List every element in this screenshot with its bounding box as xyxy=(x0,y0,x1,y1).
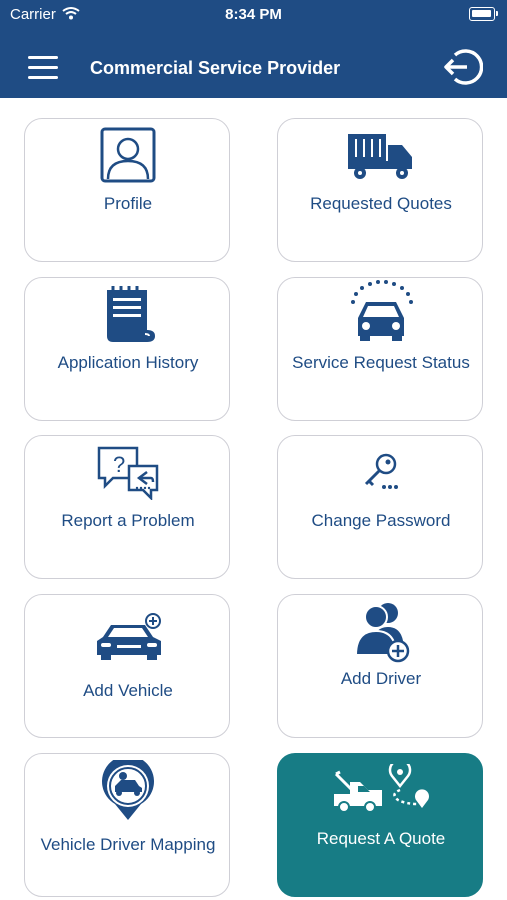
clock: 8:34 PM xyxy=(225,6,282,23)
tile-requested-quotes[interactable]: Requested Quotes xyxy=(277,118,483,262)
tile-label: Add Vehicle xyxy=(83,681,173,700)
tile-profile[interactable]: Profile xyxy=(24,118,230,262)
hamburger-icon xyxy=(28,56,58,59)
tile-label: Request A Quote xyxy=(316,829,446,848)
add-user-icon xyxy=(354,603,410,663)
tile-service-request-status[interactable]: Service Request Status xyxy=(277,277,483,421)
logout-button[interactable] xyxy=(443,47,483,87)
page-title: Commercial Service Provider xyxy=(90,58,341,78)
car-status-icon xyxy=(351,280,413,341)
battery-icon xyxy=(469,7,498,21)
add-car-icon xyxy=(97,613,161,660)
tile-change-password[interactable]: Change Password xyxy=(277,435,483,579)
app-header: Carrier 8:34 PM Commercial Service Provi… xyxy=(0,0,507,98)
key-password-icon xyxy=(364,453,398,489)
tile-add-vehicle[interactable]: Add Vehicle xyxy=(24,594,230,738)
tile-label: Add Driver xyxy=(340,669,422,688)
history-scroll-icon xyxy=(107,286,155,342)
logout-icon xyxy=(444,49,483,85)
tile-application-history[interactable]: Application History xyxy=(24,277,230,421)
tile-report-a-problem[interactable]: ? Report a Problem xyxy=(24,435,230,579)
map-pin-car-icon xyxy=(102,760,154,820)
tow-truck-route-icon xyxy=(334,764,429,813)
tile-label: Profile xyxy=(103,194,153,213)
svg-text:?: ? xyxy=(113,452,125,477)
menu-button[interactable] xyxy=(26,52,60,84)
chat-question-icon: ? xyxy=(97,446,159,500)
tile-request-a-quote[interactable]: Request A Quote xyxy=(277,753,483,897)
tile-label: Requested Quotes xyxy=(310,194,452,213)
truck-icon xyxy=(348,134,412,179)
tile-label: Change Password xyxy=(311,511,451,530)
tile-label: Service Request Status xyxy=(292,353,470,372)
profile-icon xyxy=(100,127,156,183)
tile-label: Vehicle Driver Mapping xyxy=(40,835,216,854)
tile-add-driver[interactable]: Add Driver xyxy=(277,594,483,738)
tile-label: Application History xyxy=(57,353,199,372)
tile-vehicle-driver-mapping[interactable]: Vehicle Driver Mapping xyxy=(24,753,230,897)
tile-label: Report a Problem xyxy=(61,511,195,530)
status-bar: Carrier 8:34 PM xyxy=(0,0,507,30)
